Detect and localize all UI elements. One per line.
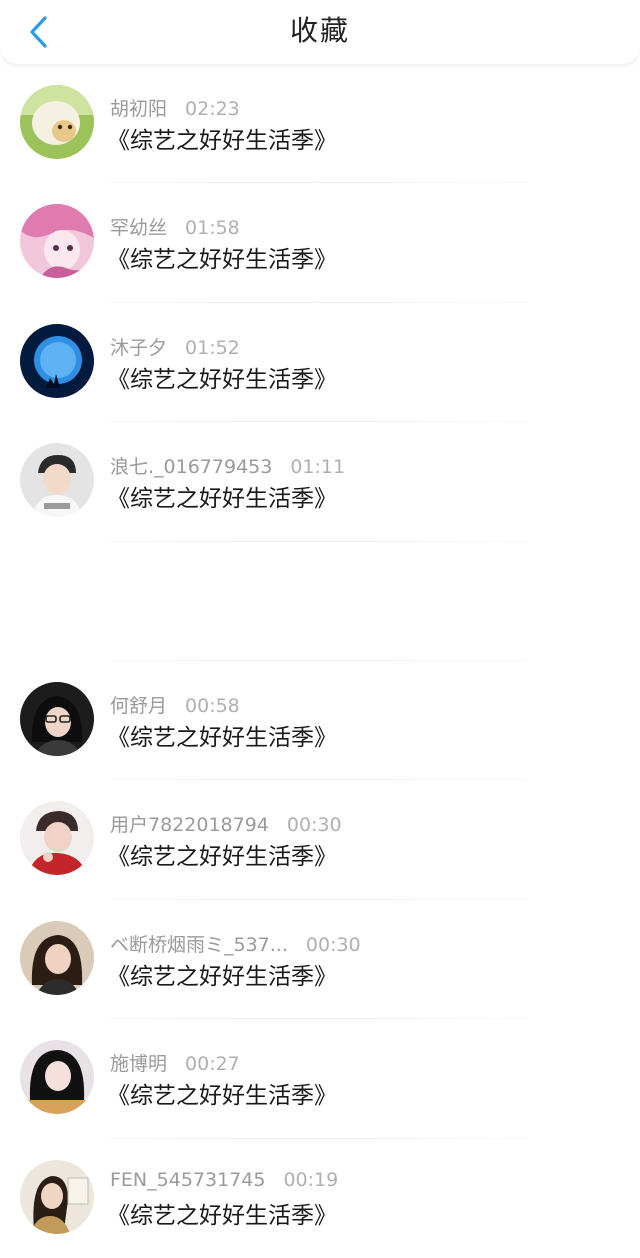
item-title[interactable]: 《综艺之好好生活季》 xyxy=(107,121,337,155)
user-name[interactable]: 罕幼丝 xyxy=(110,217,167,239)
timestamp: 01:11 xyxy=(290,456,346,479)
item-title[interactable]: 《综艺之好好生活季》 xyxy=(107,1196,337,1230)
timestamp: 00:58 xyxy=(185,694,240,717)
item-title[interactable]: 《综艺之好好生活季》 xyxy=(107,360,337,394)
timestamp: 00:30 xyxy=(286,814,342,837)
user-name[interactable]: 用户7822018794 xyxy=(110,814,269,836)
list-item[interactable]: 沐子夕 01:52 《综艺之好好生活季》 xyxy=(0,303,640,423)
list-item[interactable]: ベ断桥烟雨ミ_537... 00:30 《综艺之好好生活季》 xyxy=(0,900,640,1020)
timestamp: 01:58 xyxy=(185,217,240,240)
list-item[interactable]: 罕幼丝 01:58 《综艺之好好生活季》 xyxy=(0,183,640,303)
item-meta: 胡初阳 02:23 xyxy=(110,94,240,121)
timestamp: 00:27 xyxy=(185,1053,240,1076)
item-title[interactable]: 《综艺之好好生活季》 xyxy=(107,1076,337,1110)
item-meta: 罕幼丝 01:58 xyxy=(110,213,240,240)
item-title[interactable]: 《综艺之好好生活季》 xyxy=(107,479,337,513)
timestamp: 01:52 xyxy=(185,336,240,359)
top-navigation-bar: 收藏 xyxy=(0,0,640,64)
timestamp: 02:23 xyxy=(185,98,240,120)
avatar[interactable] xyxy=(20,85,94,159)
avatar[interactable] xyxy=(20,801,94,876)
user-name[interactable]: 浪七._016779453 xyxy=(110,456,272,478)
avatar[interactable] xyxy=(20,1040,94,1115)
list-item[interactable]: 浪七._016779453 01:11 《综艺之好好生活季》 xyxy=(0,422,640,542)
avatar[interactable] xyxy=(20,204,94,279)
item-meta: FEN_545731745 00:19 xyxy=(110,1169,338,1191)
page-title: 收藏 xyxy=(289,14,350,47)
item-title[interactable]: 《综艺之好好生活季》 xyxy=(107,957,337,991)
list-item[interactable]: 用户7822018794 00:30 《综艺之好好生活季》 xyxy=(0,780,640,900)
list-item-empty xyxy=(0,542,640,661)
item-meta: 浪七._016779453 01:11 xyxy=(110,452,345,479)
user-name[interactable]: 何舒月 xyxy=(110,695,167,717)
user-name[interactable]: 沐子夕 xyxy=(110,337,167,359)
favorites-list: 胡初阳 02:23 《综艺之好好生活季》 罕幼丝 01:58 《综艺之好好生活季》 xyxy=(0,64,640,1258)
avatar[interactable] xyxy=(20,443,94,518)
user-name[interactable]: 胡初阳 xyxy=(110,98,167,120)
avatar[interactable] xyxy=(20,681,94,756)
avatar[interactable] xyxy=(20,1159,94,1234)
user-name[interactable]: 施博明 xyxy=(110,1053,167,1075)
timestamp: 00:30 xyxy=(305,933,361,956)
item-title[interactable]: 《综艺之好好生活季》 xyxy=(107,240,337,274)
avatar[interactable] xyxy=(20,323,94,398)
list-item[interactable]: FEN_545731745 00:19 《综艺之好好生活季》 xyxy=(0,1139,640,1258)
item-meta: 沐子夕 01:52 xyxy=(110,333,240,360)
item-meta: ベ断桥烟雨ミ_537... 00:30 xyxy=(110,930,361,957)
item-meta: 施博明 00:27 xyxy=(110,1049,240,1076)
item-meta: 何舒月 00:58 xyxy=(110,691,240,718)
item-meta: 用户7822018794 00:30 xyxy=(110,810,342,837)
item-title[interactable]: 《综艺之好好生活季》 xyxy=(107,837,337,871)
user-name[interactable]: ベ断桥烟雨ミ_537... xyxy=(110,934,288,956)
list-item[interactable]: 何舒月 00:58 《综艺之好好生活季》 xyxy=(0,661,640,781)
list-item[interactable]: 胡初阳 02:23 《综艺之好好生活季》 xyxy=(0,64,640,184)
item-title[interactable]: 《综艺之好好生活季》 xyxy=(107,718,337,752)
user-name[interactable]: FEN_545731745 xyxy=(110,1169,265,1191)
timestamp: 00:19 xyxy=(283,1168,339,1191)
avatar[interactable] xyxy=(20,920,94,995)
list-item[interactable]: 施博明 00:27 《综艺之好好生活季》 xyxy=(0,1019,640,1139)
